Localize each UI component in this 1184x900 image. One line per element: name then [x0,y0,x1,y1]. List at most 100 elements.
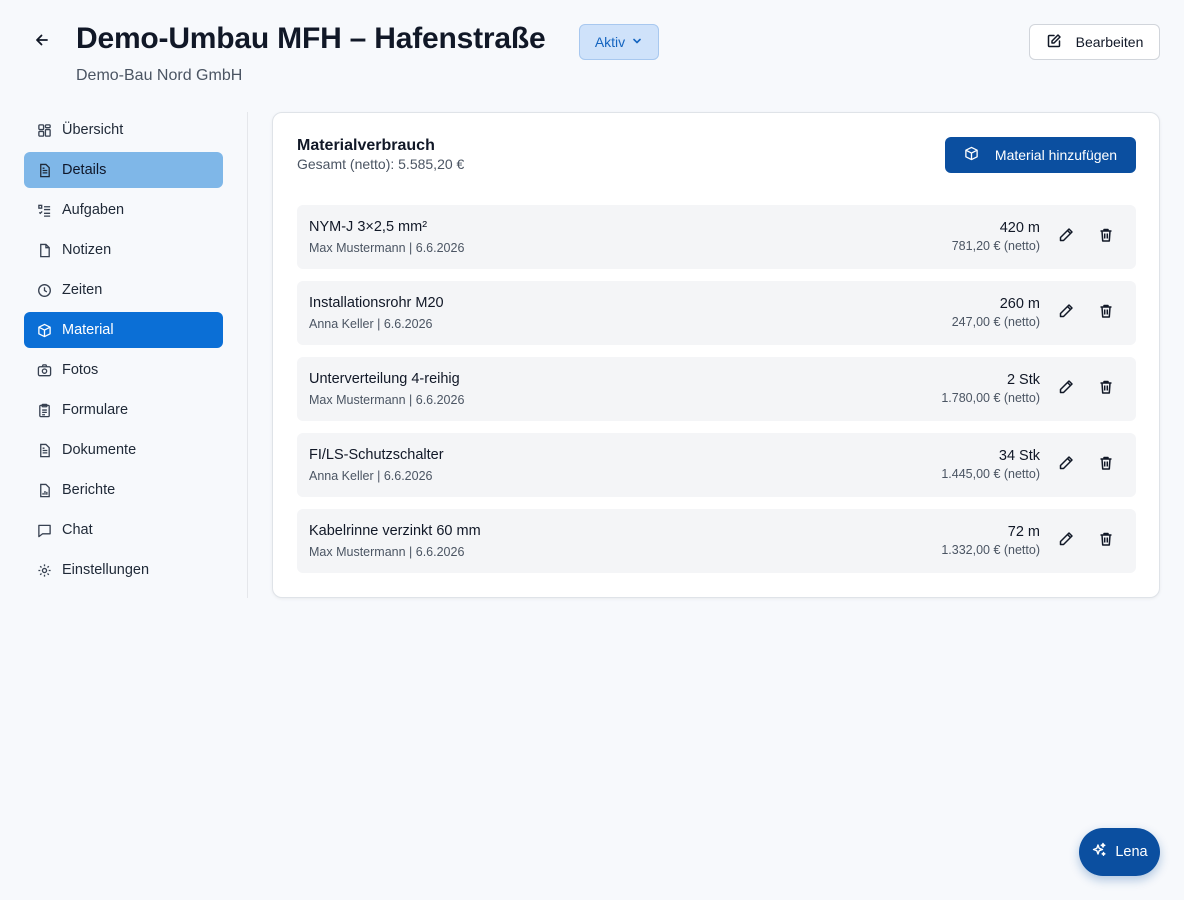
list-item: Installationsrohr M20 Anna Keller | 6.6.… [297,281,1136,345]
material-meta: Max Mustermann | 6.6.2026 [309,393,465,407]
material-meta: Anna Keller | 6.6.2026 [309,469,433,483]
edit-item-button[interactable] [1054,377,1078,401]
material-quantity: 72 m [1007,524,1040,540]
add-material-button[interactable]: Material hinzufügen [945,137,1136,173]
clock-icon [36,282,52,298]
box-icon [36,322,52,338]
material-quantity: 2 Stk [1006,372,1040,388]
material-meta: Max Mustermann | 6.6.2026 [309,241,465,255]
sidebar-nav: Übersicht Details Aufgaben Notizen Zeite… [24,112,223,592]
sidebar-item-label: Zeiten [62,282,103,298]
status-dropdown[interactable]: Aktiv [579,24,659,60]
list-check-icon [36,202,52,218]
delete-item-button[interactable] [1094,301,1118,325]
sidebar-item-label: Chat [62,522,93,538]
edit-item-button[interactable] [1054,225,1078,249]
pencil-icon [1058,455,1074,476]
material-card-title: Materialverbrauch [297,137,435,154]
material-price: 1.445,00 € (netto) [941,467,1040,481]
sidebar-item-material[interactable]: Material [24,312,223,348]
edit-item-button[interactable] [1054,529,1078,553]
camera-icon [36,362,52,378]
sidebar-divider [247,112,248,598]
material-name: Kabelrinne verzinkt 60 mm [309,523,481,539]
chevron-down-icon [631,34,643,50]
material-list: NYM-J 3×2,5 mm² Max Mustermann | 6.6.202… [297,205,1136,585]
delete-item-button[interactable] [1094,225,1118,249]
material-total: Gesamt (netto): 5.585,20 € [297,156,465,172]
list-item: Unterverteilung 4-reihig Max Mustermann … [297,357,1136,421]
sparkles-icon [1091,842,1107,862]
page-header: Demo-Umbau MFH – Hafenstraße Aktiv Demo-… [0,0,1184,100]
assistant-label: Lena [1115,844,1148,860]
pencil-icon [1058,379,1074,400]
sidebar-item-label: Dokumente [62,442,137,458]
material-meta: Max Mustermann | 6.6.2026 [309,545,465,559]
edit-button-label: Bearbeiten [1075,34,1144,50]
material-name: NYM-J 3×2,5 mm² [309,219,428,235]
material-quantity: 260 m [999,296,1040,312]
sidebar-item-label: Aufgaben [62,202,125,218]
sidebar-item-label: Formulare [62,402,129,418]
document-icon [36,442,52,458]
sidebar-item-label: Einstellungen [62,562,150,578]
sidebar-item-formulare[interactable]: Formulare [24,392,223,428]
sidebar-item-einstellungen[interactable]: Einstellungen [24,552,223,588]
clipboard-icon [36,402,52,418]
material-quantity: 34 Stk [998,448,1040,464]
material-name: Unterverteilung 4-reihig [309,371,460,387]
note-icon [36,242,52,258]
pencil-icon [1058,303,1074,324]
delete-item-button[interactable] [1094,377,1118,401]
material-name: FI/LS-Schutzschalter [309,447,444,463]
list-item: FI/LS-Schutzschalter Anna Keller | 6.6.2… [297,433,1136,497]
sidebar-item-zeiten[interactable]: Zeiten [24,272,223,308]
list-item: Kabelrinne verzinkt 60 mm Max Mustermann… [297,509,1136,573]
trash-icon [1098,531,1114,552]
pencil-icon [1058,531,1074,552]
sidebar-item-chat[interactable]: Chat [24,512,223,548]
box-icon [964,146,979,164]
edit-button[interactable]: Bearbeiten [1029,24,1160,60]
add-material-label: Material hinzufügen [994,147,1118,163]
page-subtitle: Demo-Bau Nord GmbH [76,67,243,84]
sidebar-item-label: Fotos [62,362,99,378]
edit-item-button[interactable] [1054,301,1078,325]
sidebar-item-dokumente[interactable]: Dokumente [24,432,223,468]
sidebar-item-notizen[interactable]: Notizen [24,232,223,268]
sidebar-item-label: Details [62,162,107,178]
sidebar-item-details[interactable]: Details [24,152,223,188]
report-icon [36,482,52,498]
assistant-button[interactable]: Lena [1079,828,1160,876]
trash-icon [1098,379,1114,400]
material-price: 1.332,00 € (netto) [941,543,1040,557]
trash-icon [1098,227,1114,248]
gear-icon [36,562,52,578]
page-title: Demo-Umbau MFH – Hafenstraße [76,22,546,55]
trash-icon [1098,455,1114,476]
material-card: Materialverbrauch Gesamt (netto): 5.585,… [272,112,1160,598]
file-text-icon [36,162,52,178]
sidebar-item-uebersicht[interactable]: Übersicht [24,112,223,148]
edit-square-icon [1046,33,1062,52]
back-button[interactable] [28,28,56,56]
material-quantity: 420 m [999,220,1040,236]
sidebar-item-aufgaben[interactable]: Aufgaben [24,192,223,228]
material-price: 781,20 € (netto) [951,239,1040,253]
delete-item-button[interactable] [1094,529,1118,553]
sidebar-item-label: Notizen [62,242,112,258]
pencil-icon [1058,227,1074,248]
sidebar-item-berichte[interactable]: Berichte [24,472,223,508]
list-item: NYM-J 3×2,5 mm² Max Mustermann | 6.6.202… [297,205,1136,269]
sidebar-item-label: Material [62,322,114,338]
sidebar-item-fotos[interactable]: Fotos [24,352,223,388]
material-price: 247,00 € (netto) [951,315,1040,329]
chat-icon [36,522,52,538]
edit-item-button[interactable] [1054,453,1078,477]
arrow-left-icon [34,32,50,53]
material-price: 1.780,00 € (netto) [941,391,1040,405]
sidebar-item-label: Übersicht [62,122,124,138]
material-name: Installationsrohr M20 [309,295,444,311]
delete-item-button[interactable] [1094,453,1118,477]
trash-icon [1098,303,1114,324]
